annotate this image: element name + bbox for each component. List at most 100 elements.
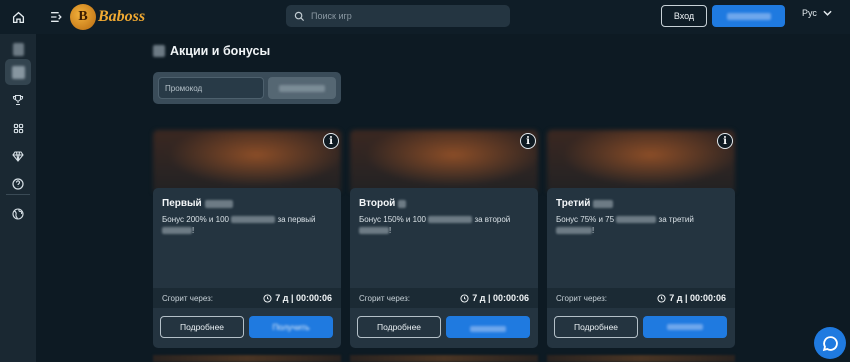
bonus-desc-part: за второй — [474, 215, 511, 224]
expire-timer: 7 д | 00:00:06 — [657, 293, 726, 303]
sidebar-item-tournaments[interactable] — [0, 89, 36, 111]
bonus-card-description: Бонус 150% и 100 за второй ! — [359, 214, 529, 236]
bonus-card-title-text: Второй — [359, 198, 396, 209]
bonus-card-title-text: Первый — [162, 198, 202, 209]
site-logo[interactable]: B Baboss — [70, 3, 145, 31]
page-title: Акции и бонусы — [170, 44, 271, 58]
search-icon — [294, 11, 305, 21]
register-button[interactable] — [712, 5, 785, 27]
obscured-text — [359, 227, 389, 235]
search-input[interactable] — [311, 11, 501, 21]
obscured-text — [204, 199, 233, 208]
expire-row: Сгорит через: 7 д | 00:00:06 — [350, 288, 538, 308]
bonus-desc-part: Бонус 150% и 100 — [359, 215, 426, 224]
promo-code-input[interactable]: Промокод — [158, 77, 264, 99]
sidebar-item-obscured[interactable] — [0, 38, 36, 60]
info-icon[interactable]: i — [520, 133, 536, 149]
next-card-preview — [153, 355, 341, 362]
get-bonus-button[interactable]: Получить — [249, 316, 333, 338]
top-bar: B Baboss Вход Рус — [0, 0, 850, 34]
title-icon-obscured — [153, 45, 165, 57]
bonus-card-title: Второй — [359, 198, 407, 209]
sidebar-item-promotions[interactable] — [5, 59, 31, 85]
details-button[interactable]: Подробнее — [554, 316, 638, 338]
get-bonus-button[interactable] — [446, 316, 530, 338]
bonus-desc-part: ! — [592, 226, 595, 235]
clock-icon — [657, 293, 666, 303]
support-chat-button[interactable] — [814, 327, 846, 359]
bonus-card-image — [350, 130, 538, 192]
obscured-text — [231, 216, 276, 224]
get-bonus-button[interactable] — [643, 316, 727, 338]
menu-toggle-icon[interactable] — [48, 9, 64, 25]
promo-code-form: Промокод — [153, 72, 341, 104]
language-label: Рус — [802, 8, 817, 18]
logo-text: Baboss — [98, 8, 146, 25]
obscured-text — [616, 216, 657, 224]
bonus-card-description: Бонус 75% и 75 за третий ! — [556, 214, 726, 236]
obscured-icon — [11, 65, 25, 79]
next-card-preview — [350, 355, 538, 362]
bonus-card-body: Третий Бонус 75% и 75 за третий ! Сгорит… — [547, 188, 735, 348]
login-button[interactable]: Вход — [661, 5, 707, 27]
get-bonus-label: Получить — [272, 322, 310, 332]
bonus-desc-part: Бонус 75% и 75 — [556, 215, 615, 224]
info-icon[interactable]: i — [323, 133, 339, 149]
sidebar-item-language[interactable] — [0, 203, 36, 225]
diamond-icon — [12, 150, 24, 162]
bonus-card-title: Первый — [162, 198, 233, 209]
details-button[interactable]: Подробнее — [357, 316, 441, 338]
search-bar[interactable] — [286, 5, 510, 27]
bonus-desc-part: ! — [389, 226, 392, 235]
sidebar — [0, 34, 36, 362]
bonus-card-title: Третий — [556, 198, 614, 209]
bonus-desc-part: за первый — [277, 215, 316, 224]
bonus-desc-part: за третий — [658, 215, 694, 224]
language-selector[interactable]: Рус — [802, 8, 832, 18]
expire-label: Сгорит через: — [556, 293, 608, 303]
sidebar-item-help[interactable] — [0, 173, 36, 195]
register-label-obscured — [726, 12, 771, 20]
bonus-card-description: Бонус 200% и 100 за первый ! — [162, 214, 332, 236]
expire-time-text: 7 д | 00:00:06 — [275, 293, 332, 303]
clock-icon — [460, 293, 469, 303]
get-bonus-label-obscured — [470, 326, 506, 332]
expire-timer: 7 д | 00:00:06 — [460, 293, 529, 303]
next-card-preview — [547, 355, 735, 362]
bonus-card-image — [547, 130, 735, 192]
logo-badge: B — [70, 4, 96, 30]
obscured-text — [556, 227, 592, 235]
grid-icon — [13, 123, 23, 133]
bonus-card-title-text: Третий — [556, 198, 591, 209]
obscured-text — [593, 199, 614, 208]
expire-timer: 7 д | 00:00:06 — [263, 293, 332, 303]
bonus-card-body: Второй Бонус 150% и 100 за второй ! Сгор… — [350, 188, 538, 348]
bonus-desc-part: ! — [192, 226, 195, 235]
chevron-down-icon — [823, 10, 832, 16]
bonus-card: i Второй Бонус 150% и 100 за второй ! Сг… — [350, 130, 538, 348]
globe-icon — [12, 208, 24, 220]
expire-time-text: 7 д | 00:00:06 — [472, 293, 529, 303]
details-button[interactable]: Подробнее — [160, 316, 244, 338]
expire-label: Сгорит через: — [359, 293, 411, 303]
bonus-card: i Третий Бонус 75% и 75 за третий ! Сгор… — [547, 130, 735, 348]
sidebar-item-games[interactable] — [0, 117, 36, 139]
promo-button-label-obscured — [278, 84, 325, 92]
bonus-card-image — [153, 130, 341, 192]
expire-row: Сгорит через: 7 д | 00:00:06 — [547, 288, 735, 308]
expire-time-text: 7 д | 00:00:06 — [669, 293, 726, 303]
promo-apply-button[interactable] — [267, 77, 336, 99]
trophy-icon — [12, 94, 24, 106]
obscured-text — [398, 199, 407, 208]
chat-icon — [822, 335, 838, 351]
info-icon[interactable]: i — [717, 133, 733, 149]
clock-icon — [263, 293, 272, 303]
sidebar-item-vip[interactable] — [0, 145, 36, 167]
help-icon — [12, 178, 24, 190]
home-icon[interactable] — [10, 9, 26, 25]
obscured-text — [428, 216, 473, 224]
obscured-icon — [12, 42, 24, 56]
page-title-row: Акции и бонусы — [153, 43, 270, 59]
expire-row: Сгорит через: 7 д | 00:00:06 — [153, 288, 341, 308]
sidebar-divider — [6, 194, 30, 195]
